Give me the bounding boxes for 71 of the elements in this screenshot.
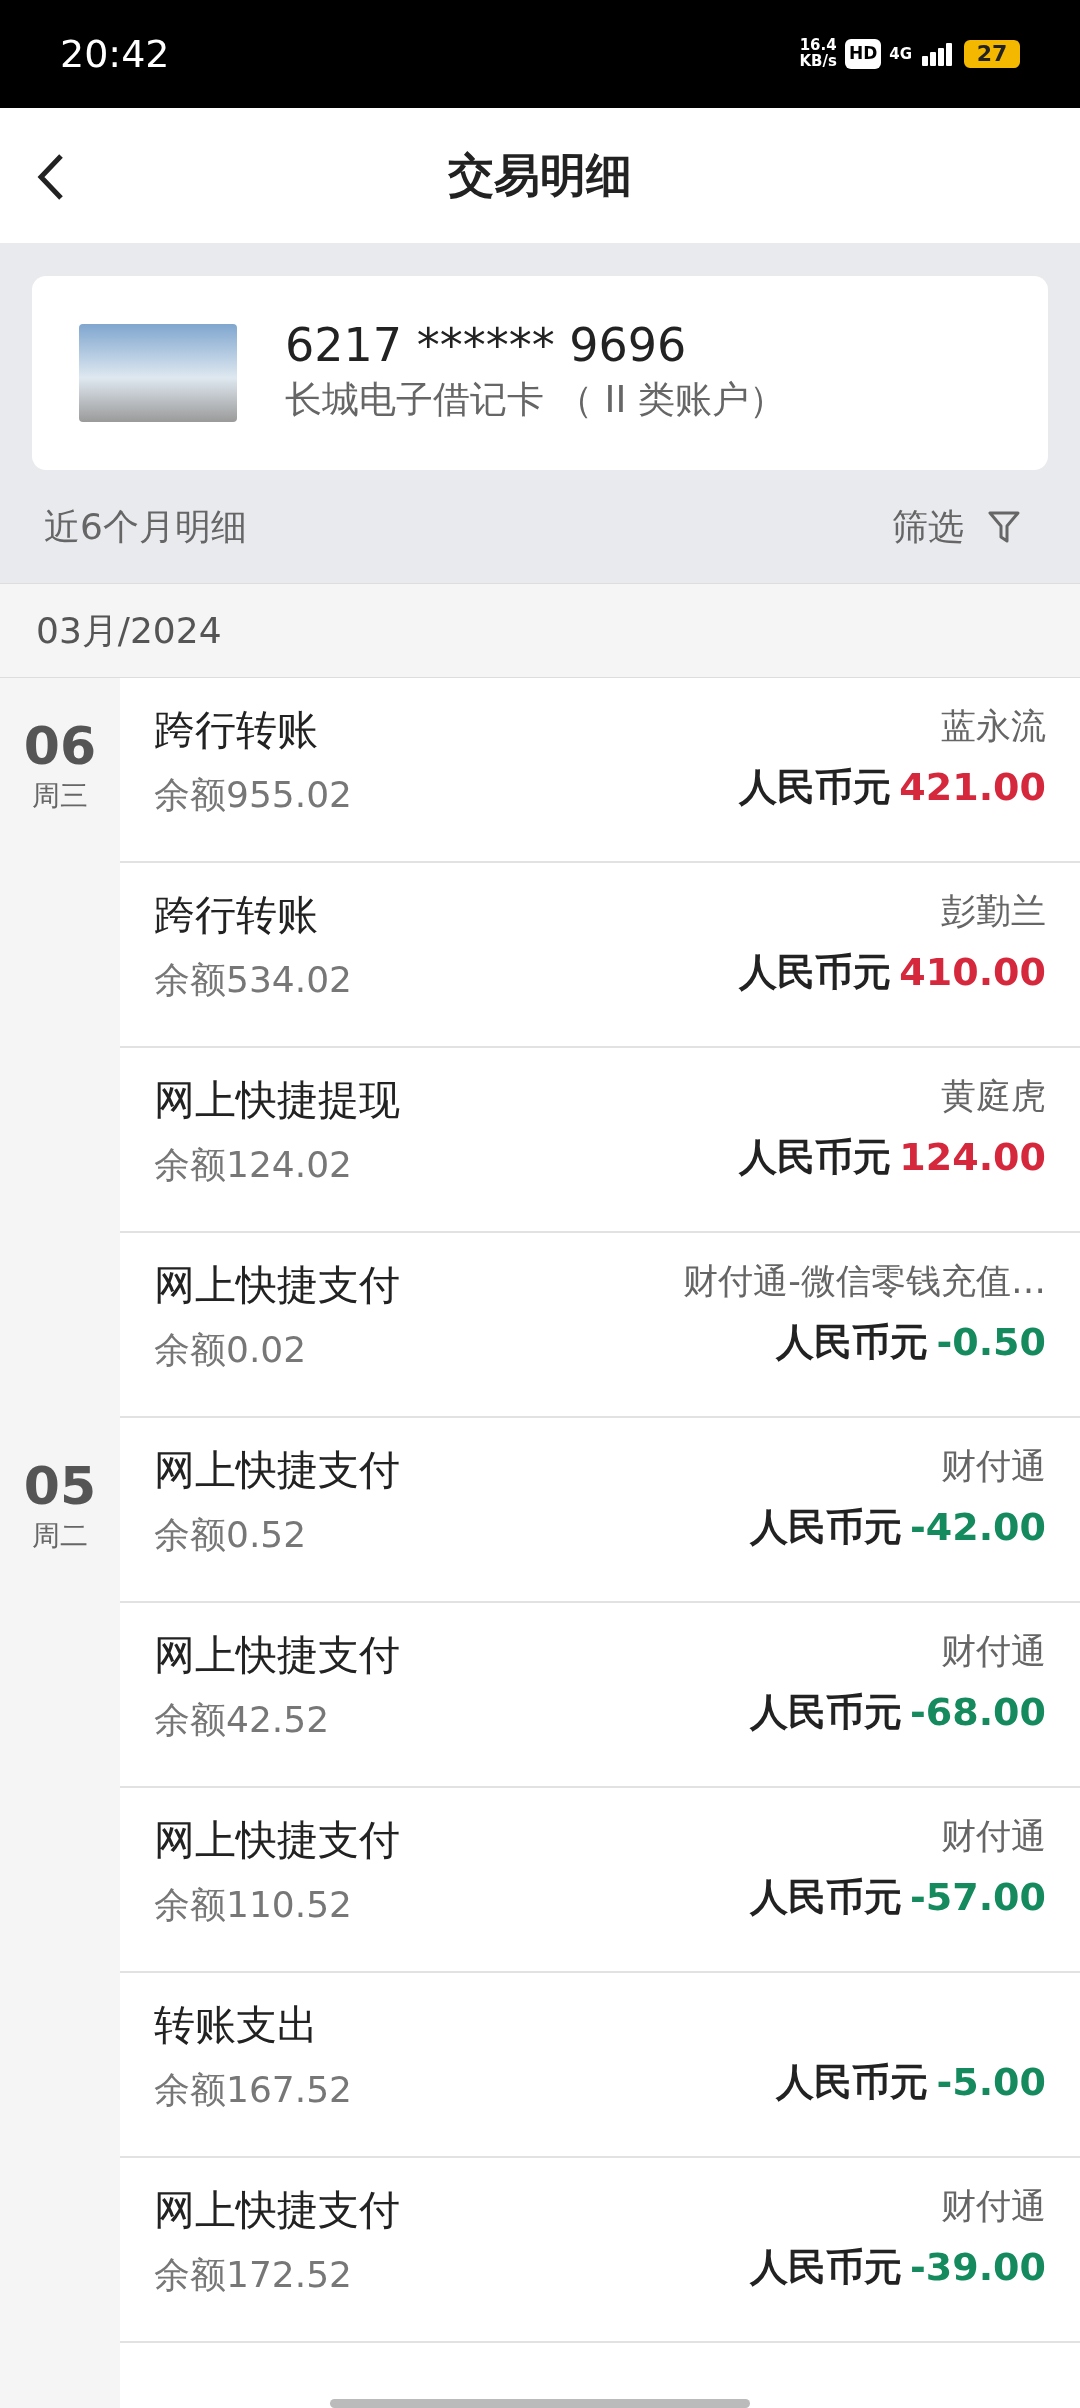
card-number: 6217 ****** 9696	[285, 318, 688, 372]
balance-text: 余额167.52	[154, 2067, 352, 2112]
transaction-type: 网上快捷支付	[154, 1260, 400, 1311]
transaction-row[interactable]: 跨行转账 余额534.02 彭勤兰 人民币元 410.00	[120, 863, 1080, 1048]
counterparty-name: 财付通-微信零钱充值…	[683, 1260, 1046, 1303]
clock-time: 20:42	[60, 30, 170, 78]
amount-text: -57.00	[910, 1873, 1046, 1921]
transaction-type: 网上快捷支付	[154, 1445, 400, 1496]
currency-label: 人民币元	[750, 2243, 903, 2291]
transaction-type: 转账支出	[154, 2000, 319, 2051]
transaction-row[interactable]: 网上快捷支付 余额110.52 财付通 人民币元 -57.00	[120, 1788, 1080, 1973]
balance-text: 余额172.52	[154, 2252, 353, 2297]
filter-icon[interactable]	[988, 510, 1020, 544]
network-type: 4G	[889, 43, 912, 65]
amount-text: 410.00	[899, 948, 1046, 996]
card-name: 长城电子借记卡 （ II 类账户）	[285, 376, 787, 423]
transaction-row[interactable]: 网上快捷提现 余额124.02 黄庭虎 人民币元 124.00	[120, 1048, 1080, 1233]
back-icon[interactable]	[36, 153, 66, 201]
transaction-type: 跨行转账	[154, 705, 319, 756]
amount-text: -68.00	[910, 1688, 1046, 1736]
balance-text: 余额955.02	[154, 772, 352, 817]
transaction-row[interactable]: 网上快捷支付 余额172.52 财付通 人民币元 -39.00	[120, 2158, 1080, 2343]
transaction-row[interactable]: 网上快捷支付 余额0.02 财付通-微信零钱充值… 人民币元 -0.50	[120, 1233, 1080, 1418]
amount-text: -39.00	[910, 2243, 1046, 2291]
transaction-type: 跨行转账	[154, 890, 319, 941]
date-day: 05	[23, 1458, 97, 1516]
transaction-row[interactable]: 网上快捷支付 余额0.52 财付通 人民币元 -42.00	[120, 1418, 1080, 1603]
page-title: 交易明细	[448, 147, 632, 204]
currency-label: 人民币元	[750, 1688, 903, 1736]
transaction-row[interactable]: 转账支出 余额167.52 人民币元 -5.00	[120, 1973, 1080, 2158]
transaction-type: 网上快捷支付	[154, 1630, 400, 1681]
balance-text: 余额0.02	[154, 1327, 308, 1372]
amount-text: 421.00	[899, 763, 1046, 811]
counterparty-name: 蓝永流	[941, 705, 1046, 748]
counterparty-name: 财付通	[941, 1445, 1046, 1488]
currency-label: 人民币元	[739, 1133, 892, 1181]
counterparty-name: 彭勤兰	[941, 890, 1046, 933]
transaction-row[interactable]: 跨行转账 余额955.02 蓝永流 人民币元 421.00	[120, 678, 1080, 863]
transaction-type: 网上快捷支付	[154, 1815, 400, 1866]
currency-label: 人民币元	[739, 948, 892, 996]
currency-label: 人民币元	[739, 763, 892, 811]
currency-label: 人民币元	[750, 1503, 903, 1551]
counterparty-name: 财付通	[941, 2185, 1046, 2228]
network-speed: 16.4	[799, 38, 837, 54]
currency-label: 人民币元	[750, 1873, 903, 1921]
period-label: 近6个月明细	[44, 505, 247, 549]
date-day: 06	[23, 718, 97, 776]
speed-unit: KB/s	[799, 54, 837, 70]
balance-text: 余额42.52	[154, 1697, 331, 1742]
amount-text: -42.00	[910, 1503, 1046, 1551]
transaction-type: 网上快捷支付	[154, 2185, 400, 2236]
currency-label: 人民币元	[776, 2058, 929, 2106]
transaction-row[interactable]: 网上快捷支付 余额42.52 财付通 人民币元 -68.00	[120, 1603, 1080, 1788]
battery-indicator: 27	[964, 40, 1020, 68]
transaction-type: 网上快捷提现	[154, 1075, 400, 1126]
amount-text: 124.00	[899, 1133, 1046, 1181]
counterparty-name: 黄庭虎	[941, 1075, 1046, 1118]
balance-text: 余额124.02	[154, 1142, 353, 1187]
filter-link[interactable]: 筛选	[892, 500, 964, 554]
month-label: 03月/2024	[36, 608, 222, 653]
currency-label: 人民币元	[776, 1318, 929, 1366]
date-weekday: 周三	[32, 778, 88, 815]
balance-text: 余额0.52	[154, 1512, 308, 1557]
counterparty-name: 财付通	[941, 1630, 1046, 1673]
balance-text: 余额534.02	[154, 957, 352, 1002]
date-weekday: 周二	[32, 1518, 88, 1555]
amount-text: -0.50	[936, 1318, 1046, 1366]
amount-text: -5.00	[936, 2058, 1046, 2106]
balance-text: 余额110.52	[154, 1882, 353, 1927]
hd-badge: HD	[844, 39, 882, 69]
counterparty-name: 财付通	[941, 1815, 1046, 1858]
